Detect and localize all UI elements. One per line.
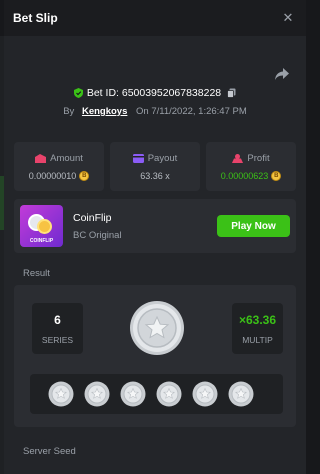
stat-payout: Payout 63.36 x [110,142,200,191]
game-thumbnail[interactable]: COINFLIP [20,205,63,247]
coin-side-icon [48,381,74,407]
series-coins-row [30,374,283,414]
stat-label: Payout [147,152,178,164]
stat-profit: Profit 0.00000623 B [206,142,296,191]
bet-id: Bet ID: 65003952067838228 [86,87,222,99]
thumbnail-label: COINFLIP [29,238,54,244]
coin-side-icon [120,381,146,407]
payout-icon [132,153,144,163]
stat-value: 0.00000010 [28,170,77,181]
stat-value: 0.00000623 [220,170,269,181]
profit-icon [232,153,244,163]
share-icon[interactable] [274,67,290,81]
bet-slip-panel: Bet Slip ✕ Bet ID: 65003952067838228 By … [4,0,306,474]
game-subtitle: BC Original [73,229,122,241]
coin-icon: B [79,170,90,181]
series-tile: 6 SERIES [32,303,83,354]
result-panel: 6 SERIES ×63.36 MULTIP [14,285,296,427]
coin-side-icon [228,381,254,407]
server-seed-label: Server Seed [23,446,76,457]
game-name: CoinFlip [73,211,112,224]
play-now-button[interactable]: Play Now [217,215,290,237]
coin-side-icon [84,381,110,407]
stats-row: Amount 0.00000010 B Payout 63.36 x Profi… [14,142,296,191]
coin-icon: B [271,170,282,181]
game-card: COINFLIP CoinFlip BC Original Play Now [14,199,296,253]
wallet-icon [35,153,47,163]
close-icon[interactable]: ✕ [280,10,296,26]
copy-icon[interactable] [227,88,236,98]
bet-id-row: Bet ID: 65003952067838228 [4,87,306,99]
shield-check-icon [73,88,83,98]
multiplier-value: ×63.36 [238,312,277,327]
stat-label: Amount [50,152,83,164]
stat-value: 63.36 x [140,170,170,181]
panel-header: Bet Slip ✕ [4,0,306,36]
gold-coin-icon [37,219,52,234]
by-label: By [63,106,75,117]
panel-title: Bet Slip [13,11,58,25]
bet-byline: By Kengkoys On 7/11/2022, 1:26:47 PM [4,106,306,117]
multiplier-tile: ×63.36 MULTIP [232,303,283,354]
bet-date: 7/11/2022, 1:26:47 PM [151,106,247,117]
coin-side-icon [156,381,182,407]
coin-result-icon [130,301,184,355]
series-value: 6 [54,312,61,327]
coin-side-icon [192,381,218,407]
on-label: On [136,106,149,117]
multiplier-label: MULTIP [242,334,273,345]
stat-label: Profit [247,152,270,164]
series-label: SERIES [41,334,74,345]
stat-amount: Amount 0.00000010 B [14,142,104,191]
user-link[interactable]: Kengkoys [82,106,127,117]
result-label: Result [23,268,50,279]
